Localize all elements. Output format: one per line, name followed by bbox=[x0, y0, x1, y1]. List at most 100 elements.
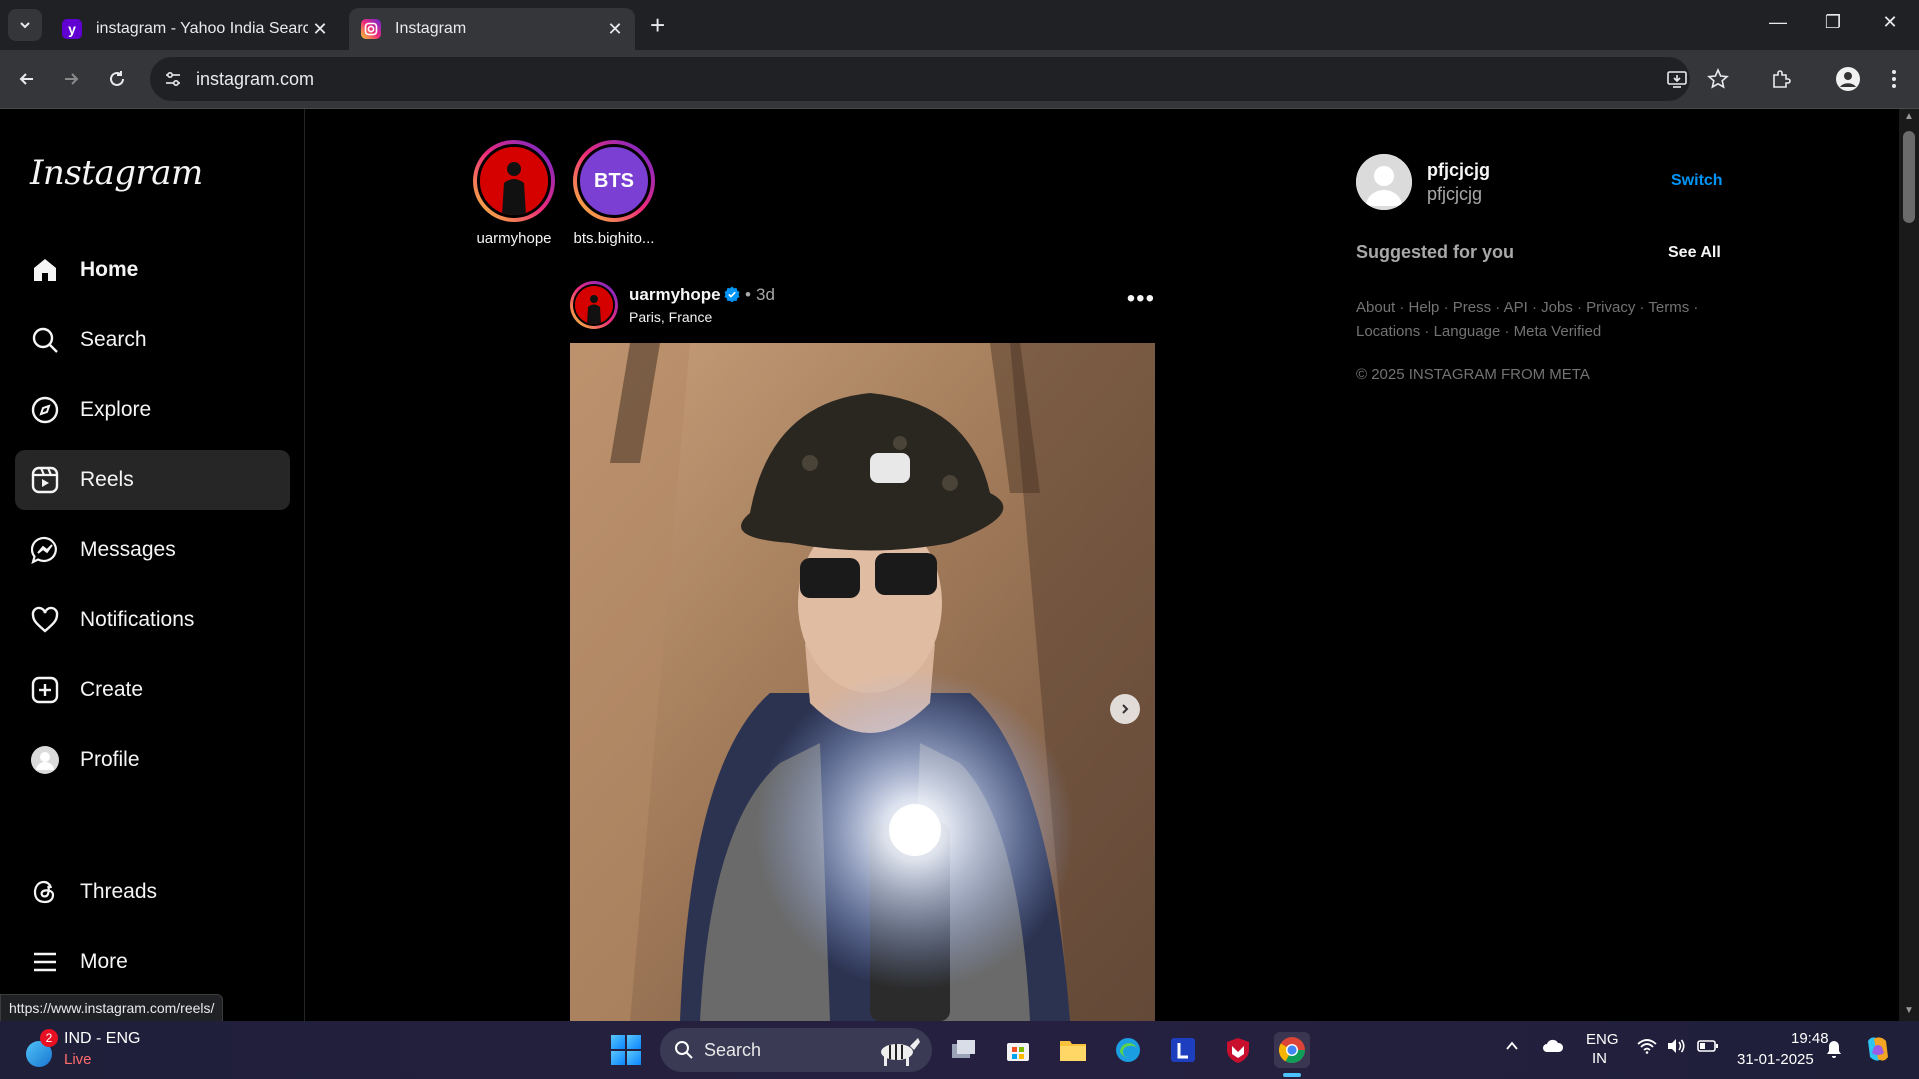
footer-link[interactable]: About bbox=[1356, 299, 1395, 316]
switch-account-button[interactable]: Switch bbox=[1671, 172, 1723, 190]
sidebar-item-more[interactable]: More bbox=[15, 932, 290, 992]
tab-instagram[interactable]: Instagram ✕ bbox=[349, 8, 635, 50]
story-item[interactable]: BTS bts.bighito... bbox=[569, 140, 659, 247]
home-icon bbox=[30, 255, 60, 285]
profile-avatar-icon[interactable] bbox=[1834, 65, 1862, 93]
see-all-link[interactable]: See All bbox=[1668, 244, 1721, 262]
browser-tabstrip: y instagram - Yahoo India Search ✕ Insta… bbox=[0, 0, 1919, 50]
input-language-bottom[interactable]: IN bbox=[1592, 1050, 1607, 1067]
install-app-icon[interactable] bbox=[1663, 65, 1691, 93]
post-username[interactable]: uarmyhope bbox=[629, 285, 721, 305]
weather-widget[interactable]: 2 bbox=[22, 1029, 62, 1069]
address-bar[interactable]: instagram.com bbox=[150, 57, 1690, 101]
story-avatar: BTS bbox=[577, 144, 651, 218]
battery-icon[interactable] bbox=[1697, 1038, 1719, 1059]
taskbar-search-box[interactable]: Search bbox=[660, 1028, 932, 1072]
page-scrollbar[interactable]: ▲ ▼ bbox=[1899, 109, 1919, 1021]
sidebar-item-home[interactable]: Home bbox=[15, 240, 290, 300]
footer-link[interactable]: Jobs bbox=[1541, 299, 1573, 316]
story-avatar-text: BTS bbox=[594, 169, 634, 192]
restore-button[interactable]: ❐ bbox=[1813, 12, 1853, 33]
footer-link[interactable]: Locations bbox=[1356, 323, 1420, 340]
sidebar-item-threads[interactable]: Threads bbox=[15, 862, 290, 922]
wifi-icon[interactable] bbox=[1637, 1038, 1657, 1059]
story-ring: BTS bbox=[573, 140, 655, 222]
footer-link[interactable]: Privacy bbox=[1586, 299, 1635, 316]
instagram-logo[interactable]: Instagram bbox=[30, 153, 203, 193]
minimize-button[interactable]: — bbox=[1758, 12, 1798, 33]
bookmark-star-icon[interactable] bbox=[1704, 65, 1732, 93]
widget-title[interactable]: IND - ENG bbox=[64, 1030, 140, 1048]
windows-taskbar: 2 IND - ENG Live Search ENG IN 19:48 31-… bbox=[0, 1021, 1919, 1079]
window-close-button[interactable]: ✕ bbox=[1870, 12, 1910, 33]
browser-menu-icon[interactable] bbox=[1880, 65, 1908, 93]
footer-link[interactable]: Press bbox=[1453, 299, 1491, 316]
tab-yahoo-search[interactable]: y instagram - Yahoo India Search ✕ bbox=[50, 8, 340, 50]
post-location[interactable]: Paris, France bbox=[629, 309, 712, 325]
post-avatar[interactable] bbox=[570, 281, 618, 329]
microsoft-store-icon[interactable] bbox=[1000, 1032, 1036, 1068]
sidebar-item-notifications[interactable]: Notifications bbox=[15, 590, 290, 650]
sidebar-item-label: Notifications bbox=[80, 608, 195, 631]
input-language-top[interactable]: ENG bbox=[1586, 1031, 1619, 1048]
forward-button[interactable] bbox=[56, 64, 86, 94]
chrome-icon[interactable] bbox=[1274, 1032, 1310, 1068]
l-app-icon[interactable] bbox=[1165, 1032, 1201, 1068]
sidebar-item-label: Threads bbox=[80, 880, 158, 903]
post-image[interactable] bbox=[570, 343, 1155, 1021]
sidebar-item-label: Explore bbox=[80, 398, 152, 421]
story-item[interactable]: uarmyhope bbox=[469, 140, 559, 247]
scroll-up-icon[interactable]: ▲ bbox=[1903, 111, 1915, 123]
post-time[interactable]: 3d bbox=[756, 285, 775, 305]
sidebar-item-search[interactable]: Search bbox=[15, 310, 290, 370]
volume-icon[interactable] bbox=[1666, 1038, 1686, 1059]
reels-icon bbox=[30, 465, 60, 495]
task-view-icon[interactable] bbox=[946, 1032, 982, 1068]
zebra-decoration-icon bbox=[881, 1038, 920, 1066]
url-text: instagram.com bbox=[196, 69, 315, 89]
extensions-icon[interactable] bbox=[1767, 65, 1795, 93]
reload-button[interactable] bbox=[102, 64, 132, 94]
new-tab-button[interactable]: + bbox=[650, 12, 665, 38]
copilot-icon[interactable] bbox=[1862, 1033, 1894, 1070]
explore-icon bbox=[30, 395, 60, 425]
back-button[interactable] bbox=[12, 64, 42, 94]
post-options-button[interactable]: ••• bbox=[1127, 285, 1155, 313]
footer-link[interactable]: Help bbox=[1409, 299, 1440, 316]
sidebar-item-reels[interactable]: Reels bbox=[15, 450, 290, 510]
footer-link[interactable]: Language bbox=[1434, 323, 1501, 340]
menu-icon bbox=[30, 947, 60, 977]
story-username: uarmyhope bbox=[476, 230, 552, 247]
verified-badge-icon bbox=[724, 286, 740, 307]
scroll-thumb[interactable] bbox=[1903, 131, 1915, 223]
sidebar-item-explore[interactable]: Explore bbox=[15, 380, 290, 440]
onedrive-icon[interactable] bbox=[1542, 1038, 1564, 1059]
messages-icon bbox=[30, 535, 60, 565]
show-hidden-icons-icon[interactable] bbox=[1504, 1038, 1520, 1059]
post-photo bbox=[570, 343, 1155, 1021]
footer-link[interactable]: Terms bbox=[1648, 299, 1689, 316]
tab-search-button[interactable] bbox=[8, 9, 42, 41]
notification-badge: 2 bbox=[40, 1029, 58, 1047]
sidebar-item-profile[interactable]: Profile bbox=[15, 730, 290, 790]
clock-date[interactable]: 31-01-2025 bbox=[1737, 1051, 1814, 1068]
carousel-next-button[interactable] bbox=[1110, 694, 1140, 724]
current-user-avatar[interactable] bbox=[1356, 154, 1412, 210]
current-username[interactable]: pfjcjcjg bbox=[1427, 160, 1490, 181]
edge-browser-icon[interactable] bbox=[1110, 1032, 1146, 1068]
scroll-down-icon[interactable]: ▼ bbox=[1903, 1005, 1915, 1017]
windows-start-icon[interactable] bbox=[611, 1035, 641, 1065]
clock-time[interactable]: 19:48 bbox=[1791, 1030, 1829, 1047]
yahoo-icon: y bbox=[62, 19, 82, 39]
site-info-icon[interactable] bbox=[160, 66, 186, 92]
sidebar-item-create[interactable]: Create bbox=[15, 660, 290, 720]
footer-link[interactable]: API bbox=[1504, 299, 1528, 316]
sidebar-item-messages[interactable]: Messages bbox=[15, 520, 290, 580]
file-explorer-icon[interactable] bbox=[1055, 1032, 1091, 1068]
footer-link[interactable]: Meta Verified bbox=[1514, 323, 1602, 340]
profile-icon bbox=[30, 745, 60, 775]
close-tab-icon[interactable]: ✕ bbox=[603, 19, 627, 40]
notification-bell-icon[interactable] bbox=[1825, 1040, 1843, 1065]
mcafee-icon[interactable] bbox=[1220, 1032, 1256, 1068]
close-tab-icon[interactable]: ✕ bbox=[308, 19, 332, 40]
